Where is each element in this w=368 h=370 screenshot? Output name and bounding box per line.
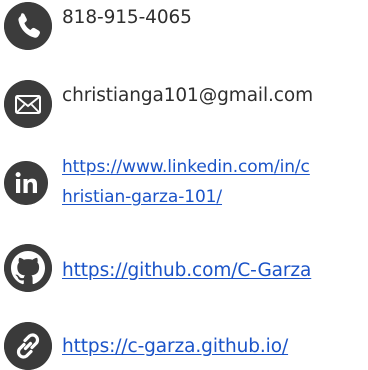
github-link[interactable]: https://github.com/C-Garza: [62, 257, 311, 284]
link-icon[interactable]: [4, 322, 52, 370]
email-address: christianga101@gmail.com: [62, 85, 313, 106]
linkedin-icon[interactable]: [4, 161, 48, 205]
mail-icon: [4, 80, 52, 128]
website-link[interactable]: https://c-garza.github.io/: [62, 333, 288, 360]
linkedin-link-line-2[interactable]: hristian-garza-101/: [62, 187, 222, 207]
linkedin-link[interactable]: https://www.linkedin.com/in/c hristian-g…: [62, 152, 362, 212]
phone-icon: [4, 2, 52, 50]
github-icon[interactable]: [4, 244, 52, 292]
linkedin-link-line-1[interactable]: https://www.linkedin.com/in/c: [62, 157, 310, 177]
phone-number: 818-915-4065: [62, 7, 192, 28]
